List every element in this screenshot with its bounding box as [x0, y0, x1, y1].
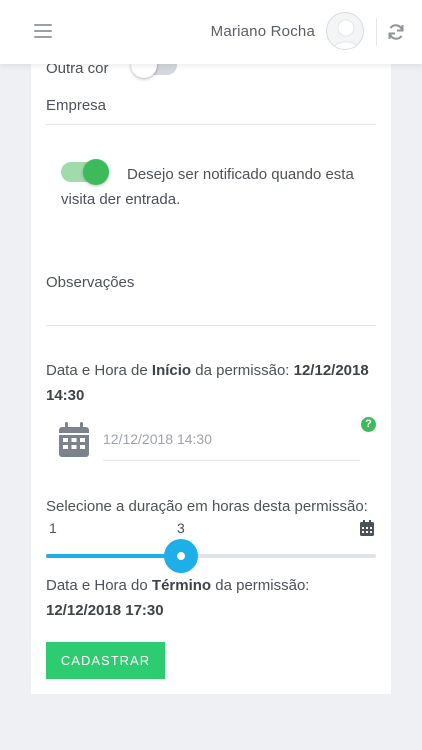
user-placeholder-icon	[332, 19, 360, 49]
observacoes-input[interactable]	[46, 325, 376, 326]
cadastrar-button[interactable]: CADASTRAR	[46, 642, 165, 679]
duration-slider[interactable]	[46, 539, 376, 573]
small-calendar-icon[interactable]	[360, 520, 374, 536]
slider-fill	[46, 554, 182, 558]
end-datetime-info: Data e Hora do Término da permissão: 12/1…	[46, 577, 310, 619]
user-name: Mariano Rocha	[210, 23, 315, 40]
start-date-underline	[103, 460, 360, 461]
slider-value-label: 3	[177, 520, 185, 536]
header-divider	[376, 18, 377, 46]
start-datetime-info: Data e Hora de Início da permissão: 12/1…	[46, 362, 369, 404]
notify-text: Desejo ser notificado quando esta visita…	[61, 166, 354, 208]
refresh-icon[interactable]	[386, 22, 406, 42]
top-bar: Mariano Rocha	[0, 0, 422, 64]
hamburger-menu-icon[interactable]	[34, 22, 52, 40]
duration-label: Selecione a duração em horas desta permi…	[46, 498, 368, 515]
empresa-label: Empresa	[46, 97, 107, 114]
slider-min-label: 1	[49, 520, 57, 536]
help-question-icon[interactable]: ?	[361, 417, 376, 432]
start-date-input[interactable]: 12/12/2018 14:30	[103, 431, 303, 447]
avatar[interactable]	[326, 12, 364, 50]
observacoes-label: Observações	[46, 274, 135, 291]
empresa-input[interactable]	[46, 124, 376, 125]
calendar-icon[interactable]	[58, 422, 90, 458]
